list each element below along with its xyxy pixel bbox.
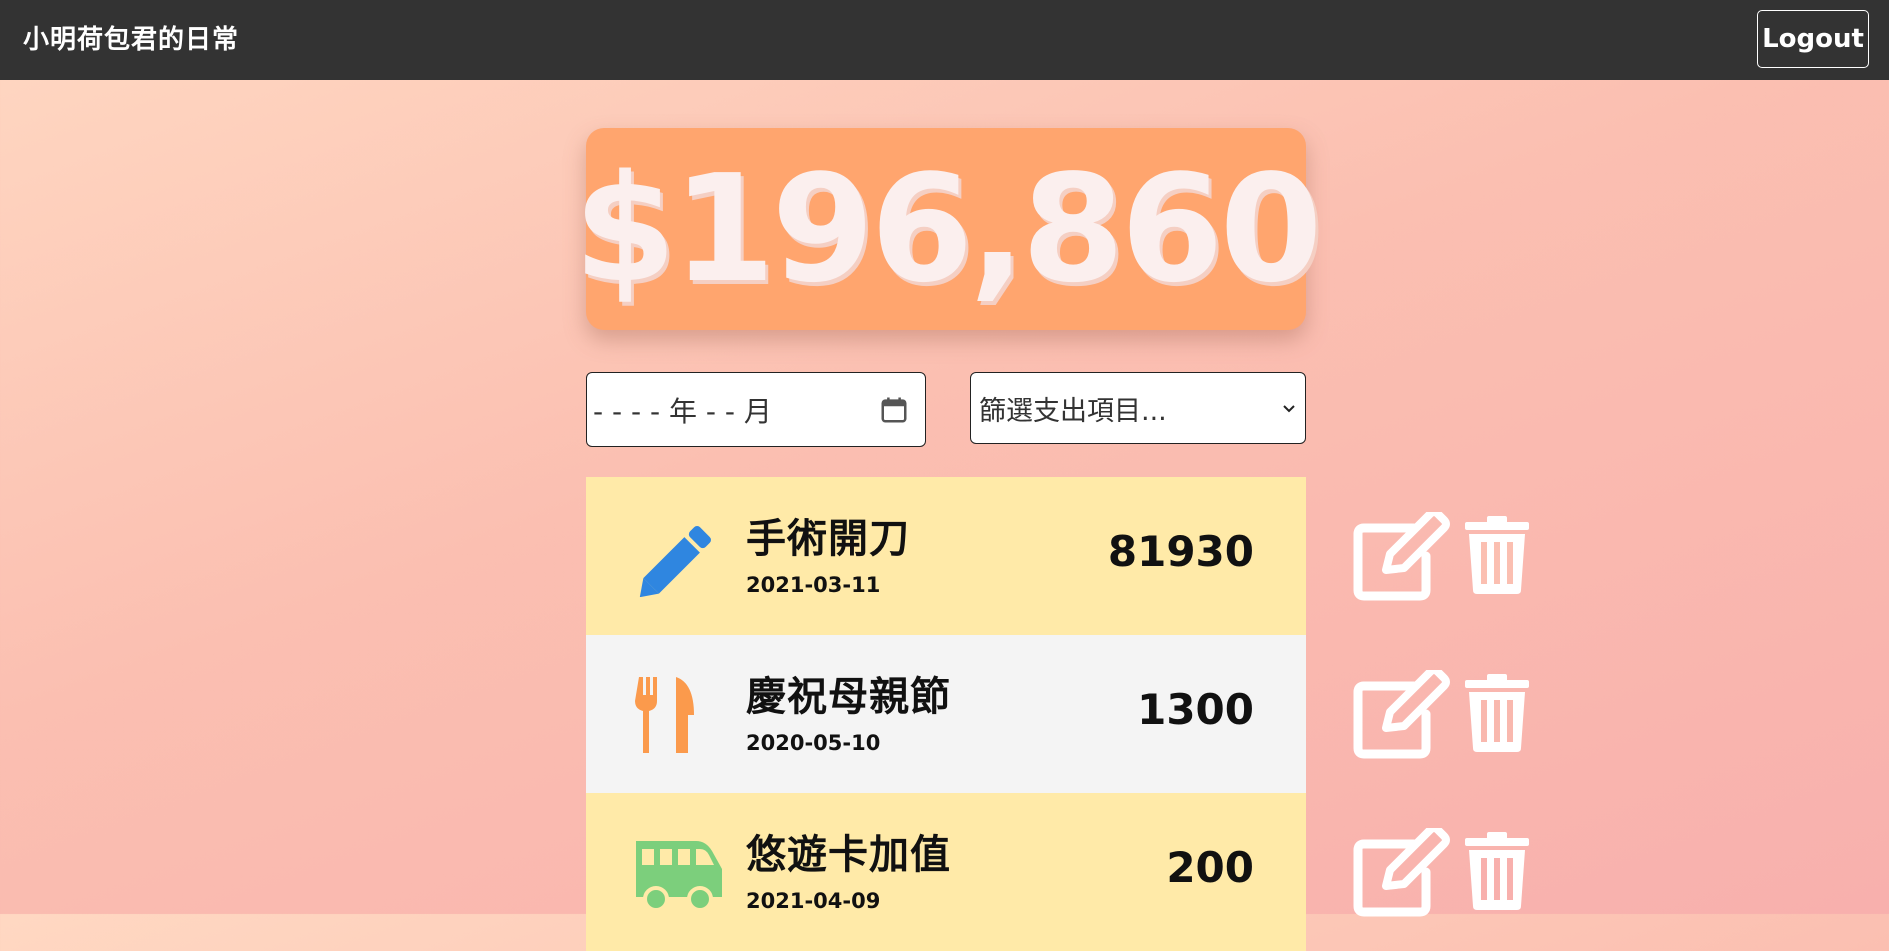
trash-icon[interactable] — [1465, 674, 1529, 752]
record-actions — [1352, 828, 1532, 928]
trash-icon[interactable] — [1465, 832, 1529, 910]
calendar-icon[interactable] — [879, 395, 909, 425]
category-filter-select[interactable]: 篩選支出項目... — [970, 372, 1306, 444]
trash-icon[interactable] — [1465, 516, 1529, 594]
record-item: 悠遊卡加值 2021-04-09 200 — [586, 793, 1306, 951]
pencil-icon — [639, 526, 711, 597]
record-date: 2021-03-11 — [746, 573, 881, 597]
edit-icon[interactable] — [1352, 828, 1452, 918]
month-input-placeholder: - - - - 年 - - 月 — [593, 394, 772, 428]
total-amount: $196,860 — [573, 143, 1322, 315]
record-amount: 81930 — [1107, 527, 1254, 576]
record-title: 慶祝母親節 — [746, 674, 951, 720]
logout-button[interactable]: Logout — [1757, 10, 1869, 68]
record-title: 悠遊卡加值 — [746, 832, 951, 878]
record-title: 手術開刀 — [746, 516, 910, 562]
navbar: 小明荷包君的日常 Logout — [0, 0, 1889, 80]
category-filter-value: 篩選支出項目... — [979, 395, 1167, 427]
record-actions — [1352, 512, 1532, 612]
chevron-down-icon — [1283, 405, 1295, 413]
record-item: 慶祝母親節 2020-05-10 1300 — [586, 635, 1306, 793]
edit-icon[interactable] — [1352, 512, 1452, 602]
record-amount: 200 — [1166, 843, 1254, 892]
total-amount-card: $196,860 — [573, 128, 1323, 330]
shuttle-van-icon — [636, 841, 722, 912]
edit-icon[interactable] — [1352, 670, 1452, 760]
month-input[interactable]: - - - - 年 - - 月 — [586, 372, 926, 447]
record-date: 2021-04-09 — [746, 889, 881, 913]
record-amount: 1300 — [1137, 685, 1254, 734]
record-actions — [1352, 670, 1532, 770]
record-item: 手術開刀 2021-03-11 81930 — [586, 477, 1306, 635]
utensils-icon — [635, 677, 694, 753]
brand-title[interactable]: 小明荷包君的日常 — [23, 22, 239, 58]
record-list: 手術開刀 2021-03-11 81930 慶祝母親節 2020-05-10 1… — [586, 477, 1306, 951]
record-date: 2020-05-10 — [746, 731, 881, 755]
